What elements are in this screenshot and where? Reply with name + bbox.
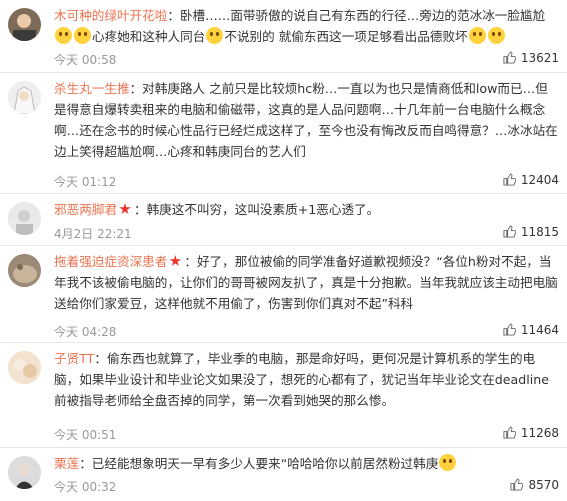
comment-list: 木可种的绿叶开花啦：卧槽……面带骄傲的说自己有东西的行径…旁边的范冰冰一脸尴尬心… <box>0 0 567 501</box>
like-count: 13621 <box>520 51 559 65</box>
face-emoji-icon <box>439 454 457 471</box>
comment-item: 子贤TT：偷东西也就算了，毕业季的电脑，那是命好吗，更何况是计算机系的学生的电脑… <box>0 343 567 448</box>
comment-time: 4月2日 22:21 <box>54 227 132 241</box>
like-count: 11268 <box>520 426 559 440</box>
like-count: 8570 <box>528 478 559 492</box>
thumbs-up-icon <box>503 51 516 64</box>
comment-meta: 4月2日 22:21 <box>54 225 559 242</box>
comment-item: 杀生丸一生推：对韩庚路人 之前只是比较烦hc粉…一直以为也只是情商低和low而已… <box>0 73 567 194</box>
face-emoji-icon <box>74 27 91 44</box>
comment-content: 拖着强迫症资深患者 ：好了，那位被偷的同学准备好道歉视频没？“各位h粉对不起，当年… <box>54 251 559 314</box>
like-count: 11815 <box>520 225 559 239</box>
comment-time: 今天 01:12 <box>54 175 117 189</box>
like-count: 12404 <box>520 173 559 187</box>
like-button[interactable]: 12404 <box>503 173 559 187</box>
comment-username[interactable]: 栗莲 <box>54 456 79 471</box>
thumbs-up-icon <box>503 173 516 186</box>
comment-text: ：卧槽……面带骄傲的说自己有东西的行径…旁边的范冰冰一脸尴尬 <box>167 8 546 23</box>
avatar[interactable] <box>8 81 41 114</box>
avatar[interactable] <box>8 351 41 384</box>
comment-text: ：偷东西也就算了，毕业季的电脑，那是命好吗，更何况是计算机系的学生的电脑，如果毕… <box>54 351 549 408</box>
comment-text: 不说别的 就偷东西这一项足够看出品德败坏 <box>224 29 468 44</box>
comment-username[interactable]: 子贤TT <box>54 351 94 366</box>
comment-item: 邪恶两脚君 ：韩庚这不叫穷，这叫没素质+1恶心透了。 4月2日 22:21 118… <box>0 194 567 246</box>
comment-time: 今天 00:51 <box>54 428 117 442</box>
red-star-icon <box>169 255 182 266</box>
comment-text: ：已经能想象明天一早有多少人要来“哈哈哈你以前居然粉过韩庚 <box>79 456 439 471</box>
comment-content: 邪恶两脚君 ：韩庚这不叫穷，这叫没素质+1恶心透了。 <box>54 199 559 220</box>
face-emoji-icon <box>55 27 72 44</box>
like-count: 11464 <box>520 323 559 337</box>
comment-username[interactable]: 邪恶两脚君 <box>54 202 117 217</box>
thumbs-up-icon <box>503 225 516 238</box>
thumbs-up-icon <box>503 426 516 439</box>
comment-time: 今天 04:28 <box>54 325 117 339</box>
comment-item: 栗莲：已经能想象明天一早有多少人要来“哈哈哈你以前居然粉过韩庚 今天 00:32… <box>0 448 567 501</box>
face-emoji-icon <box>206 27 224 44</box>
comment-content: 杀生丸一生推：对韩庚路人 之前只是比较烦hc粉…一直以为也只是情商低和low而已… <box>54 78 559 162</box>
comment-text: ：韩庚这不叫穷，这叫没素质+1恶心透了。 <box>133 202 380 217</box>
red-star-icon <box>119 203 131 214</box>
comment-meta: 今天 01:12 <box>54 173 559 190</box>
comment-content: 子贤TT：偷东西也就算了，毕业季的电脑，那是命好吗，更何况是计算机系的学生的电脑… <box>54 348 559 411</box>
comment-content: 栗莲：已经能想象明天一早有多少人要来“哈哈哈你以前居然粉过韩庚 <box>54 453 559 474</box>
comment-time: 今天 00:32 <box>54 480 117 494</box>
thumbs-up-icon <box>503 323 516 336</box>
comment-item: 木可种的绿叶开花啦：卧槽……面带骄傲的说自己有东西的行径…旁边的范冰冰一脸尴尬心… <box>0 0 567 73</box>
avatar[interactable] <box>8 254 41 287</box>
comment-time: 今天 00:58 <box>54 53 117 67</box>
avatar[interactable] <box>8 456 41 489</box>
comment-username[interactable]: 杀生丸一生推 <box>54 81 130 96</box>
like-button[interactable]: 13621 <box>503 51 559 65</box>
comment-text: ：对韩庚路人 之前只是比较烦hc粉…一直以为也只是情商低和low而已…但是得意自… <box>54 81 558 159</box>
comment-content: 木可种的绿叶开花啦：卧槽……面带骄傲的说自己有东西的行径…旁边的范冰冰一脸尴尬心… <box>54 5 559 47</box>
comment-meta: 今天 00:32 <box>54 478 559 495</box>
comment-meta: 今天 04:28 <box>54 323 559 340</box>
comment-username[interactable]: 木可种的绿叶开花啦 <box>54 8 167 23</box>
comment-meta: 今天 00:58 <box>54 51 559 68</box>
like-button[interactable]: 11464 <box>503 323 559 337</box>
avatar[interactable] <box>8 8 41 41</box>
like-button[interactable]: 11268 <box>503 426 559 440</box>
comment-text: 心疼她和这种人同台 <box>92 29 206 44</box>
like-button[interactable]: 8570 <box>510 478 559 492</box>
avatar[interactable] <box>8 202 41 235</box>
face-emoji-icon <box>468 27 486 44</box>
face-emoji-icon <box>487 27 505 44</box>
comment-meta: 今天 00:51 <box>54 426 559 443</box>
comment-item: 拖着强迫症资深患者 ：好了，那位被偷的同学准备好道歉视频没？“各位h粉对不起，当年… <box>0 246 567 343</box>
thumbs-up-icon <box>510 478 524 491</box>
like-button[interactable]: 11815 <box>503 225 559 239</box>
comment-username[interactable]: 拖着强迫症资深患者 <box>54 254 167 269</box>
